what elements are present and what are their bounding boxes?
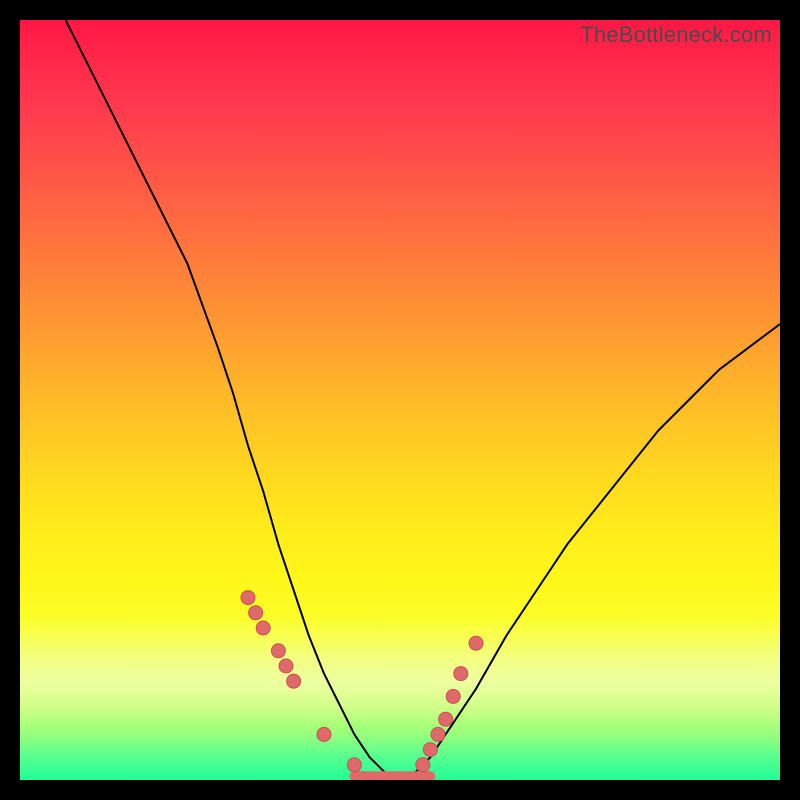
marker-point	[271, 644, 285, 658]
bottleneck-chart-svg	[20, 20, 780, 780]
marker-point	[256, 621, 270, 635]
marker-point	[416, 758, 430, 772]
marker-point	[469, 636, 483, 650]
marker-point	[431, 727, 445, 741]
marker-group	[241, 591, 483, 772]
marker-point	[446, 689, 460, 703]
marker-point	[249, 606, 263, 620]
marker-point	[279, 659, 293, 673]
marker-point	[454, 667, 468, 681]
marker-point	[287, 674, 301, 688]
watermark-text: TheBottleneck.com	[580, 22, 772, 48]
marker-point	[347, 758, 361, 772]
marker-point	[241, 591, 255, 605]
marker-point	[439, 712, 453, 726]
plot-area: TheBottleneck.com	[20, 20, 780, 780]
marker-point	[423, 743, 437, 757]
marker-point	[317, 727, 331, 741]
bottleneck-curve-path	[66, 20, 780, 780]
chart-frame: TheBottleneck.com	[0, 0, 800, 800]
haze-band	[20, 616, 780, 726]
